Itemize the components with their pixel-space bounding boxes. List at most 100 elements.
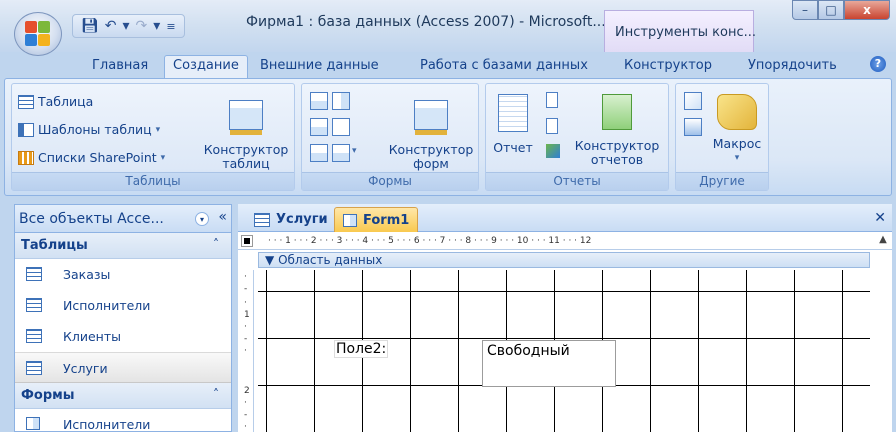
more-forms-arrow-icon[interactable]: ▾ — [352, 146, 357, 156]
report-designer-label-1: Конструктор — [574, 138, 660, 153]
contextual-tab-header: Инструменты конс... — [604, 10, 756, 52]
nav-item-services[interactable]: Услуги — [15, 352, 231, 383]
doc-tab-form1[interactable]: Form1 — [334, 207, 419, 232]
form-icon — [343, 213, 357, 227]
nav-item-clients[interactable]: Клиенты — [15, 321, 231, 352]
section-arrow-icon: ▼ — [265, 253, 275, 267]
form-selector[interactable] — [241, 235, 253, 247]
tab-arrange[interactable]: Упорядочить — [748, 56, 837, 78]
more-forms-icon[interactable] — [332, 144, 350, 162]
multiple-items-icon[interactable] — [310, 118, 328, 136]
scroll-up-arrow-icon[interactable]: ▲ — [876, 234, 890, 248]
section-title: Область данных — [278, 253, 383, 267]
dropdown-arrow-icon: ▾ — [160, 152, 166, 163]
nav-item-orders[interactable]: Заказы — [15, 259, 231, 290]
ruler-scale: · · · 1 · · · 2 · · · 3 · · · 4 · · · 5 … — [268, 236, 592, 246]
table-button-label: Таблица — [38, 94, 94, 109]
office-logo-icon — [25, 21, 51, 47]
report-designer-label-2: отчетов — [590, 152, 644, 167]
blank-form-icon[interactable] — [332, 118, 350, 136]
doc-tab-services[interactable]: Услуги — [246, 207, 336, 232]
dropdown-arrow-icon: ▾ — [155, 124, 161, 135]
maximize-button[interactable]: □ — [818, 0, 844, 20]
tab-database-tools[interactable]: Работа с базами данных — [420, 56, 588, 78]
query-designer-icon[interactable] — [684, 118, 702, 136]
form-icon[interactable] — [310, 92, 328, 110]
nav-pane-title[interactable]: Все объекты Acce... — [19, 211, 164, 227]
labels-icon[interactable] — [546, 92, 558, 108]
help-icon[interactable]: ? — [870, 56, 886, 72]
pivot-chart-icon[interactable] — [310, 144, 328, 162]
close-button[interactable]: x — [844, 0, 890, 20]
report-designer-button[interactable]: Конструктор отчетов — [568, 94, 666, 167]
query-wizard-icon[interactable] — [684, 92, 702, 110]
split-form-icon[interactable] — [332, 92, 350, 110]
close-document-icon[interactable]: ✕ — [874, 210, 886, 226]
title-bar: 💾︎ ↶ ▾ ↷ ▾ ≡ Фирма1 : база данных (Acces… — [0, 0, 896, 56]
minimize-button[interactable]: – — [792, 0, 818, 20]
customize-qat-icon[interactable]: ≡ — [166, 20, 175, 33]
form-designer-icon — [414, 100, 448, 135]
nav-section-title: Формы — [21, 388, 75, 403]
blank-report-icon[interactable] — [546, 118, 558, 134]
redo-dropdown-icon[interactable]: ▾ — [153, 18, 160, 34]
window-title: Фирма1 : база данных (Access 2007) - Mic… — [246, 14, 606, 30]
table-button[interactable]: Таблица — [18, 94, 93, 109]
group-label-forms: Формы — [302, 172, 478, 190]
ribbon: Таблица Шаблоны таблиц ▾ Списки SharePoi… — [4, 78, 892, 196]
ruler-tick: · — [244, 422, 247, 432]
redo-icon[interactable]: ↷ — [136, 18, 148, 34]
form-designer-label-2: форм — [413, 156, 449, 171]
tab-designer[interactable]: Конструктор — [624, 56, 712, 78]
report-wizard-icon[interactable] — [546, 144, 560, 158]
field-label-control[interactable]: Поле2: — [334, 340, 389, 358]
ruler-tick: 2 — [244, 386, 250, 396]
nav-section-tables[interactable]: Таблицы ˄ — [15, 233, 231, 259]
nav-pane-header[interactable]: Все объекты Acce... ▾ « — [15, 205, 231, 233]
report-button[interactable]: Отчет — [492, 94, 534, 155]
ruler-tick: - — [244, 334, 248, 344]
form-designer-label-1: Конструктор — [388, 142, 474, 157]
nav-item-executors[interactable]: Исполнители — [15, 290, 231, 321]
form-designer-button[interactable]: Конструктор форм — [386, 100, 476, 171]
table-icon — [254, 212, 270, 227]
group-label-other: Другие — [676, 172, 768, 190]
unbound-textbox-control[interactable]: Свободный — [482, 340, 616, 387]
table-templates-icon — [18, 122, 34, 137]
group-reports: Отчет Конструктор отчетов Отчеты — [485, 83, 669, 191]
nav-item-label: Клиенты — [63, 329, 122, 344]
navigation-pane: Все объекты Acce... ▾ « Таблицы ˄ Заказы… — [14, 204, 232, 432]
macro-dropdown-icon: ▾ — [734, 153, 740, 163]
save-icon[interactable]: 💾︎ — [81, 18, 99, 34]
nav-menu-dropdown-icon[interactable]: ▾ — [195, 212, 209, 226]
group-label-tables: Таблицы — [12, 172, 294, 190]
ruler-tick: · — [244, 346, 247, 356]
tab-external-data[interactable]: Внешние данные — [260, 56, 379, 78]
macro-button[interactable]: Макрос ▾ — [706, 94, 768, 165]
section-collapse-icon[interactable]: ˄ — [213, 237, 219, 251]
nav-collapse-icon[interactable]: « — [218, 209, 227, 225]
undo-icon[interactable]: ↶ — [105, 18, 117, 34]
table-templates-button[interactable]: Шаблоны таблиц ▾ — [18, 122, 160, 137]
table-icon — [26, 329, 42, 343]
table-icon — [26, 267, 42, 281]
detail-section-bar[interactable]: ▼ Область данных — [258, 252, 870, 268]
table-icon — [18, 94, 34, 109]
report-icon — [498, 94, 528, 132]
office-button[interactable] — [14, 12, 62, 56]
section-collapse-icon[interactable]: ˄ — [213, 387, 219, 401]
nav-section-forms[interactable]: Формы ˄ — [15, 383, 231, 409]
doc-tab-label: Form1 — [363, 212, 410, 228]
table-designer-button[interactable]: Конструктор таблиц — [200, 100, 292, 171]
sharepoint-lists-button[interactable]: Списки SharePoint ▾ — [18, 150, 165, 165]
tab-create[interactable]: Создание — [164, 55, 248, 79]
tab-home[interactable]: Главная — [92, 56, 148, 78]
ruler-tick: · — [244, 398, 247, 408]
undo-dropdown-icon[interactable]: ▾ — [123, 18, 130, 34]
nav-item-form-executors[interactable]: Исполнители — [15, 409, 231, 432]
macro-label: Макрос — [712, 136, 762, 151]
group-other: Макрос ▾ Другие — [675, 83, 769, 191]
report-label: Отчет — [493, 140, 533, 155]
sharepoint-icon — [18, 150, 34, 165]
form-design-grid[interactable]: Поле2: Свободный — [258, 270, 870, 432]
